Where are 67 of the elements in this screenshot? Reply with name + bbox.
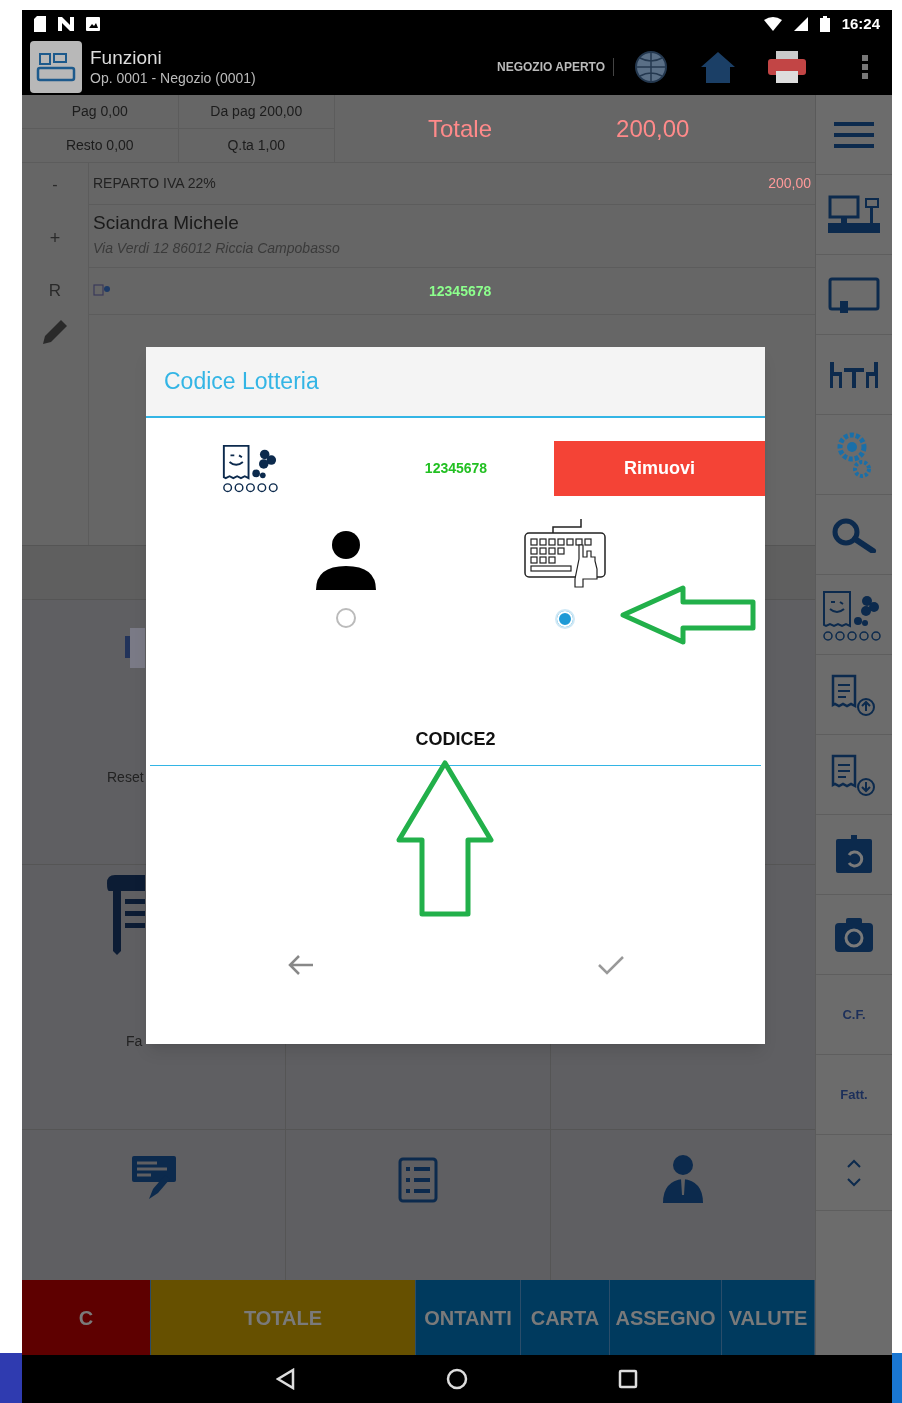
table-chairs-icon[interactable] [828, 359, 880, 390]
pencil-icon[interactable] [41, 317, 69, 346]
payment-button[interactable]: VALUTE [722, 1280, 815, 1355]
amount-due: Da pag 200,00 [178, 95, 335, 129]
recents-icon[interactable] [618, 1369, 638, 1389]
paid-amount: Pag 0,00 [22, 95, 179, 129]
receipt-icon[interactable] [107, 875, 145, 955]
minus-control[interactable]: - [52, 173, 58, 197]
cash-register-icon[interactable] [30, 40, 82, 93]
arrow-icon [396, 760, 494, 917]
toolbar-label[interactable]: C.F. [842, 1004, 866, 1025]
payment-button[interactable]: TOTALE [151, 1280, 416, 1355]
camera-icon[interactable] [834, 916, 874, 953]
receipt-upload-icon[interactable] [830, 672, 878, 717]
remove-button[interactable]: Rimuovi [554, 440, 765, 496]
dialog-title: Codice Lotteria [164, 367, 319, 397]
sd-card-icon [34, 16, 46, 32]
image-icon [86, 17, 100, 31]
line-description: REPARTO IVA 22% [93, 174, 216, 193]
status-time: 16:24 [841, 13, 880, 34]
printer-icon[interactable] [768, 50, 806, 83]
box-return-icon[interactable] [835, 834, 873, 875]
signal-icon [793, 17, 808, 31]
monitor-touch-icon[interactable] [828, 276, 880, 313]
signature-icon[interactable] [130, 1155, 177, 1201]
back-icon[interactable] [276, 1368, 296, 1390]
payment-button[interactable]: C [22, 1280, 151, 1355]
app-subtitle: Op. 0001 - Negozio (0001) [90, 69, 256, 88]
plus-control[interactable]: + [49, 225, 61, 252]
payment-button[interactable]: ONTANTI [416, 1280, 521, 1355]
more-icon[interactable] [862, 54, 868, 79]
payment-button[interactable]: ASSEGNO [610, 1280, 722, 1355]
wifi-icon [763, 17, 782, 31]
edge-strip [0, 1353, 22, 1403]
toolbar-label[interactable]: Fatt. [840, 1084, 868, 1105]
up-down-icon[interactable] [846, 1157, 862, 1188]
arrow-icon [620, 585, 756, 645]
grid-label[interactable]: Reset [107, 767, 144, 788]
line-amount: 200,00 [768, 174, 811, 193]
total-label: Totale [428, 113, 493, 144]
quantity: Q.ta 1,00 [178, 128, 335, 162]
grid-label[interactable]: Fa [126, 1031, 143, 1052]
customer-name: Sciandra Michele [93, 211, 240, 235]
app-title: Funzioni [90, 45, 163, 70]
menu-icon[interactable] [834, 119, 874, 150]
lottery-code: 12345678 [423, 458, 489, 478]
check-icon[interactable] [596, 954, 625, 976]
lottery-icon [93, 284, 111, 298]
r-control[interactable]: R [48, 278, 62, 304]
person-icon[interactable] [315, 530, 377, 592]
list-icon[interactable] [398, 1157, 438, 1203]
receipt-download-icon[interactable] [830, 752, 878, 797]
search-icon[interactable] [831, 516, 877, 553]
notification-icon [58, 17, 74, 31]
change-amount: Resto 0,00 [22, 128, 179, 162]
store-status: NEGOZIO APERTO [497, 57, 614, 76]
input-field[interactable]: CODICE2 [150, 726, 761, 766]
battery-icon [819, 16, 830, 32]
lottery-code: 12345678 [429, 281, 492, 301]
payment-button[interactable]: CARTA [521, 1280, 610, 1355]
edge-strip [892, 1353, 902, 1403]
businessman-icon[interactable] [660, 1153, 705, 1203]
globe-icon[interactable] [634, 49, 668, 84]
back-arrow-icon[interactable] [287, 954, 315, 976]
total-value: 200,00 [616, 113, 690, 144]
home-icon[interactable] [446, 1368, 468, 1390]
radio-button[interactable] [336, 608, 356, 628]
